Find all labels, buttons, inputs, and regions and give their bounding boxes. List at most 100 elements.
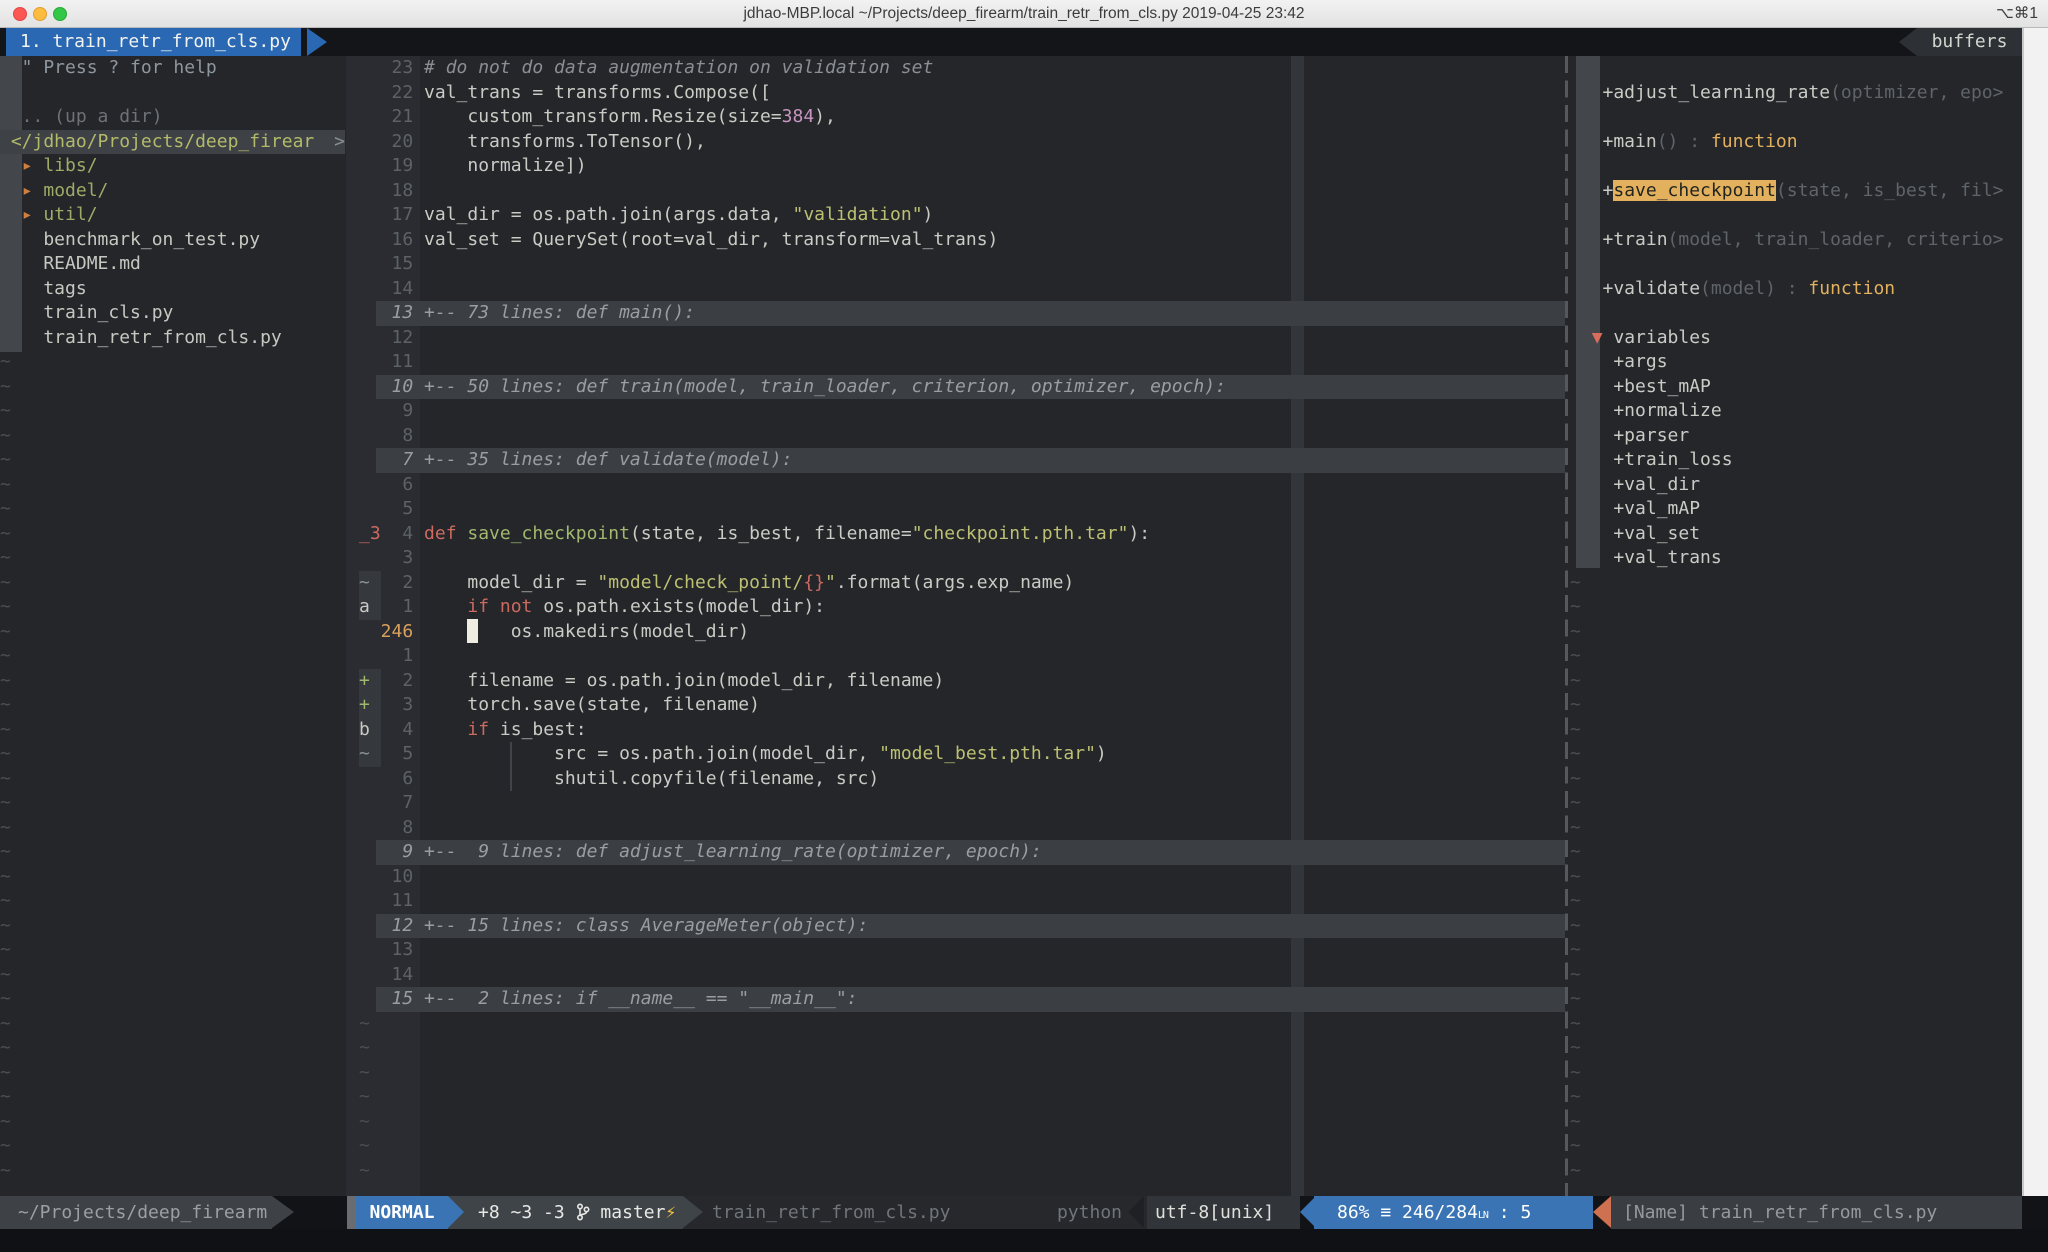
code-line[interactable]: 22 val_trans = transforms.Compose([: [359, 81, 1565, 106]
code-line[interactable]: 9: [359, 399, 1565, 424]
code-line[interactable]: 10 +-- 50 lines: def train(model, train_…: [359, 375, 1565, 400]
tag-item[interactable]: [1570, 301, 2022, 326]
tree-item[interactable]: train_cls.py: [0, 301, 345, 326]
tree-item[interactable]: tags: [0, 277, 345, 302]
close-button[interactable]: [13, 7, 27, 21]
line-number: 7: [381, 791, 414, 816]
tag-item[interactable]: [1570, 203, 2022, 228]
tree-item[interactable]: " Press ? for help: [0, 56, 345, 81]
code-line[interactable]: 8: [359, 424, 1565, 449]
tree-item[interactable]: ▸ util/: [0, 203, 345, 228]
code-line[interactable]: 15: [359, 252, 1565, 277]
code-line[interactable]: ~2 model_dir = "model/check_point/{}".fo…: [359, 571, 1565, 596]
tag-item[interactable]: +train_loss: [1570, 448, 2022, 473]
git-branch-icon: [576, 1202, 601, 1223]
code-line[interactable]: 12 +-- 15 lines: class AverageMeter(obje…: [359, 914, 1565, 939]
buffers-label[interactable]: buffers: [1917, 28, 2022, 56]
code-line[interactable]: 8: [359, 816, 1565, 841]
code-line[interactable]: _34 def save_checkpoint(state, is_best, …: [359, 522, 1565, 547]
code-line[interactable]: 11: [359, 889, 1565, 914]
tag-item[interactable]: +val_set: [1570, 522, 2022, 547]
code-line[interactable]: a1 if not os.path.exists(model_dir):: [359, 595, 1565, 620]
editor-scrollbar[interactable]: [2022, 28, 2048, 1252]
code-line[interactable]: 19 normalize]): [359, 154, 1565, 179]
code-line[interactable]: 15 +-- 2 lines: if __name__ == "__main__…: [359, 987, 1565, 1012]
tag-item[interactable]: [1570, 105, 2022, 130]
tab-train-retr-from-cls[interactable]: 1. train_retr_from_cls.py: [6, 28, 301, 56]
code-line[interactable]: 21 custom_transform.Resize(size=384),: [359, 105, 1565, 130]
tag-item[interactable]: +parser: [1570, 424, 2022, 449]
code-line[interactable]: 13: [359, 938, 1565, 963]
tree-item[interactable]: .. (up a dir): [0, 105, 345, 130]
code-line[interactable]: b4 if is_best:: [359, 718, 1565, 743]
empty-line-tilde: ~: [1570, 620, 2022, 645]
text-segment: model/: [43, 180, 108, 201]
empty-line-tilde: ~: [0, 742, 345, 767]
code-line[interactable]: 13 +-- 73 lines: def main():: [359, 301, 1565, 326]
tag-item[interactable]: +save_checkpoint(state, is_best, fil>: [1570, 179, 2022, 204]
code-line[interactable]: 18: [359, 179, 1565, 204]
tag-item[interactable]: +val_dir: [1570, 473, 2022, 498]
code-line[interactable]: 1: [359, 644, 1565, 669]
code-line[interactable]: 7 +-- 35 lines: def validate(model):: [359, 448, 1565, 473]
encoding-segment: utf-8[unix]: [1147, 1196, 1300, 1229]
tagbar-split-separator[interactable]: [1565, 56, 1568, 1196]
text-segment: +-- 73 lines: def main():: [424, 302, 695, 323]
code-line[interactable]: 14: [359, 277, 1565, 302]
tag-item[interactable]: ▼ variables: [1570, 326, 2022, 351]
text-cursor: [467, 619, 478, 643]
text-segment: +val_trans: [1570, 547, 1722, 568]
code-line[interactable]: 246 os.makedirs(model_dir): [359, 620, 1565, 645]
tree-item[interactable]: benchmark_on_test.py: [0, 228, 345, 253]
macvim-window: jdhao-MBP.local ~/Projects/deep_firearm/…: [0, 0, 2048, 1252]
code-line[interactable]: 17 val_dir = os.path.join(args.data, "va…: [359, 203, 1565, 228]
tree-item[interactable]: </jdhao/Projects/deep_firear>: [0, 130, 345, 155]
code-line[interactable]: 5: [359, 497, 1565, 522]
code-line[interactable]: ~5 src = os.path.join(model_dir, "model_…: [359, 742, 1565, 767]
code-line[interactable]: 7: [359, 791, 1565, 816]
text-segment: normalize]): [424, 155, 587, 176]
code-line[interactable]: 6: [359, 473, 1565, 498]
tag-item[interactable]: [1570, 252, 2022, 277]
tag-item[interactable]: +val_trans: [1570, 546, 2022, 571]
tag-item[interactable]: +validate(model) : function: [1570, 277, 2022, 302]
tag-item[interactable]: +best_mAP: [1570, 375, 2022, 400]
code-line[interactable]: 23 # do not do data augmentation on vali…: [359, 56, 1565, 81]
tag-item[interactable]: +normalize: [1570, 399, 2022, 424]
zoom-button[interactable]: [53, 7, 67, 21]
tree-item[interactable]: [0, 81, 345, 106]
text-segment: .. (up a dir): [0, 106, 163, 127]
tree-item[interactable]: train_retr_from_cls.py: [0, 326, 345, 351]
tag-item[interactable]: [1570, 154, 2022, 179]
code-line[interactable]: +3 torch.save(state, filename): [359, 693, 1565, 718]
code-line[interactable]: 16 val_set = QuerySet(root=val_dir, tran…: [359, 228, 1565, 253]
code-line[interactable]: +2 filename = os.path.join(model_dir, fi…: [359, 669, 1565, 694]
tree-item[interactable]: ▸ model/: [0, 179, 345, 204]
empty-line-tilde: ~: [359, 1012, 1565, 1037]
tree-item[interactable]: README.md: [0, 252, 345, 277]
tag-item[interactable]: +val_mAP: [1570, 497, 2022, 522]
code-line[interactable]: 20 transforms.ToTensor(),: [359, 130, 1565, 155]
text-segment: [0, 204, 22, 225]
tag-item[interactable]: +main() : function: [1570, 130, 2022, 155]
code-line[interactable]: 9 +-- 9 lines: def adjust_learning_rate(…: [359, 840, 1565, 865]
code-line[interactable]: 10: [359, 865, 1565, 890]
text-segment: val_set = QuerySet(root=val_dir, transfo…: [424, 229, 998, 250]
code-line[interactable]: 3: [359, 546, 1565, 571]
code-line[interactable]: 12: [359, 326, 1565, 351]
tag-item[interactable]: +args: [1570, 350, 2022, 375]
tag-item[interactable]: +adjust_learning_rate(optimizer, epo>: [1570, 81, 2022, 106]
tag-item[interactable]: +train(model, train_loader, criterio>: [1570, 228, 2022, 253]
text-segment: README.md: [0, 253, 141, 274]
text-segment: +args: [1570, 351, 1668, 372]
code-line[interactable]: 6 shutil.copyfile(filename, src): [359, 767, 1565, 792]
ln-icon: LN: [1478, 1210, 1488, 1221]
tree-item[interactable]: ▸ libs/: [0, 154, 345, 179]
line-number: 19: [381, 154, 414, 179]
branch-name: master: [600, 1202, 665, 1223]
code-line[interactable]: 11: [359, 350, 1565, 375]
minimize-button[interactable]: [33, 7, 47, 21]
tag-item[interactable]: [1570, 56, 2022, 81]
code-line[interactable]: 14: [359, 963, 1565, 988]
empty-line-tilde: ~: [1570, 1061, 2022, 1086]
